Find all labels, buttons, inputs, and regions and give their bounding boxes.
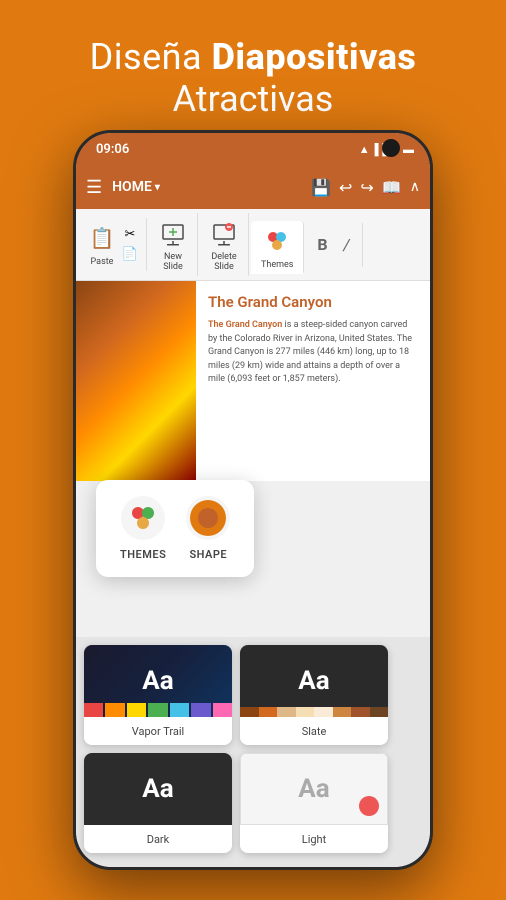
themes-group: Themes [251,221,304,274]
toolbar: ☰ HOME ▾ 💾 ↩ ↪ 📖 ∧ [76,165,430,209]
theme-card-light[interactable]: Aa Light [240,753,388,853]
copy-icon[interactable]: ✂ [120,226,140,244]
vapor-trail-preview: Aa [84,645,232,717]
paste-sub-buttons: ✂ 📄 [120,226,140,264]
theme-card-slate[interactable]: Aa Slate [240,645,388,745]
themes-button[interactable]: Themes [261,225,293,270]
hero-text-bold: Diapositivas [212,36,417,78]
light-accent-circle [359,796,379,816]
slide-title-colored: Canyon [281,293,331,311]
slide-image [76,281,196,481]
toolbar-actions: 💾 ↩ ↪ 📖 ∧ [311,178,420,197]
hero-line2: Atractivas [20,78,486,120]
theme-card-dark[interactable]: Aa Dark [84,753,232,853]
redo-icon[interactable]: ↪ [360,178,373,197]
slide-description: The Grand Canyon is a steep-sided canyon… [208,319,418,387]
slate-card-name: Slate [302,725,327,738]
dark-card-name: Dark [147,833,170,846]
paste-icon: 📋 [86,222,118,254]
slide-title-plain: The Grand [208,293,281,311]
slate-aa: Aa [298,666,329,696]
dark-label-strip: Dark [84,825,232,853]
book-icon[interactable]: 📖 [382,178,402,197]
vapor-trail-aa: Aa [142,666,173,696]
light-preview: Aa [240,753,388,825]
toolbar-title[interactable]: HOME ▾ [112,179,301,195]
hero-line1: Diseña Diapositivas [20,36,486,78]
camera-cutout [382,139,400,157]
popup-shape-icon [186,496,230,540]
themes-icon [261,225,293,257]
popup-themes-item[interactable]: THEMES [120,496,166,561]
vapor-trail-label-strip: Vapor Trail [84,717,232,745]
ribbon: 📋 Paste ✂ 📄 [76,209,430,281]
paste-group: 📋 Paste ✂ 📄 [80,218,147,271]
hero-section: Diseña Diapositivas Atractivas [0,0,506,140]
light-label-strip: Light [240,825,388,853]
theme-cards-area: Aa Vapor Trail [76,637,430,867]
vapor-trail-card-name: Vapor Trail [132,725,184,738]
hero-text-plain: Diseña [90,36,212,78]
expand-icon[interactable]: ∧ [410,179,420,195]
popup-themes-icon [121,496,165,540]
popup-shape-item[interactable]: SHAPE [186,496,230,561]
status-time: 09:06 [96,142,129,157]
dark-aa: Aa [142,774,173,804]
status-bar: 09:06 ▲ ▌▌▌ ▬ [76,133,430,165]
slide-preview: The Grand Canyon The Grand Canyon is a s… [76,281,430,481]
slide-text-area: The Grand Canyon The Grand Canyon is a s… [196,281,430,481]
delete-slide-icon [208,217,240,249]
battery-icon: ▬ [403,143,414,156]
italic-button[interactable]: / [334,227,358,263]
slide-content: The Grand Canyon The Grand Canyon is a s… [76,281,430,481]
wifi-icon: ▲ [359,143,370,156]
popup-shape-label: SHAPE [189,548,227,561]
phone-frame: 09:06 ▲ ▌▌▌ ▬ ☰ HOME ▾ 💾 ↩ ↪ 📖 ∧ [73,130,433,870]
slide-title: The Grand Canyon [208,293,418,311]
delete-slide-button[interactable]: DeleteSlide [208,217,240,272]
vapor-trail-stripes [84,703,232,717]
themes-ribbon-label: Themes [261,260,293,270]
theme-card-vapor-trail[interactable]: Aa Vapor Trail [84,645,232,745]
new-slide-group: NewSlide [149,213,198,276]
dark-preview: Aa [84,753,232,825]
light-aa: Aa [298,774,329,804]
light-card-name: Light [302,833,326,846]
clipboard-icon[interactable]: 📄 [120,246,140,264]
bold-button[interactable]: B [310,227,334,263]
delete-slide-group: DeleteSlide [200,213,249,276]
theme-cards-grid: Aa Vapor Trail [84,645,422,853]
save-icon[interactable]: 💾 [311,178,331,197]
slide-desc-highlight: The Grand Canyon [208,320,282,330]
format-group: B / [306,223,363,267]
popup-menu: THEMES SHAPE [96,480,254,577]
menu-icon[interactable]: ☰ [86,177,102,198]
new-slide-label: NewSlide [163,252,183,272]
delete-slide-label: DeleteSlide [211,252,236,272]
paste-button[interactable]: 📋 Paste [86,222,118,267]
phone-screen: 09:06 ▲ ▌▌▌ ▬ ☰ HOME ▾ 💾 ↩ ↪ 📖 ∧ [76,133,430,867]
slate-preview: Aa [240,645,388,717]
toolbar-title-text: HOME [112,179,152,195]
slate-label-strip: Slate [240,717,388,745]
paste-label: Paste [91,257,114,267]
chevron-down-icon: ▾ [155,182,160,193]
new-slide-icon [157,217,189,249]
popup-themes-label: THEMES [120,548,166,561]
undo-icon[interactable]: ↩ [339,178,352,197]
slate-color-row [240,707,388,717]
new-slide-button[interactable]: NewSlide [157,217,189,272]
